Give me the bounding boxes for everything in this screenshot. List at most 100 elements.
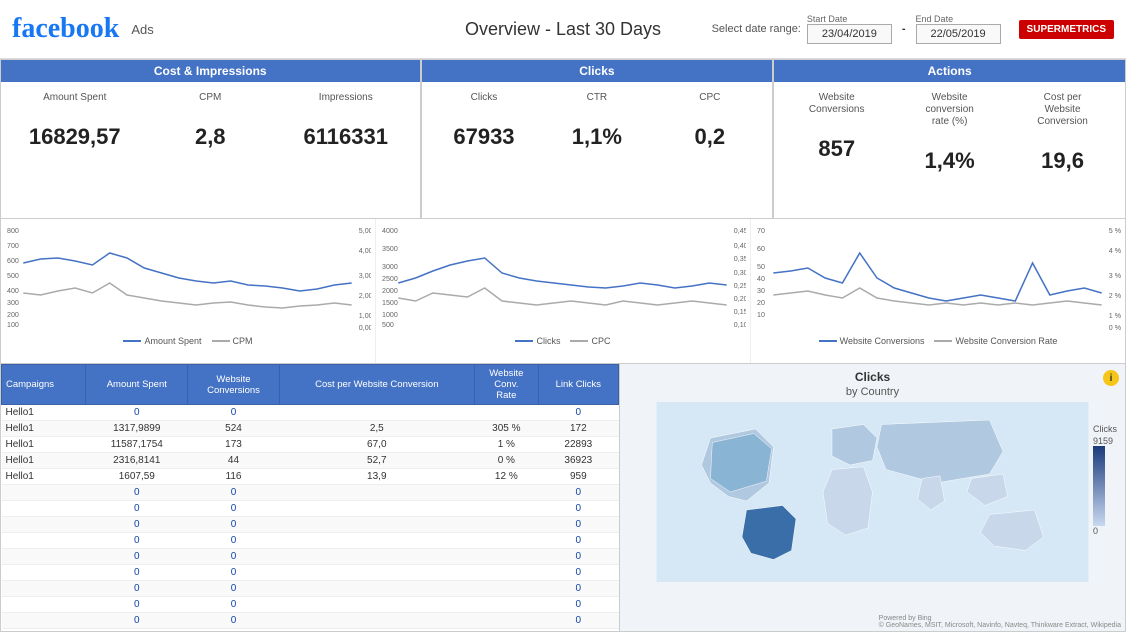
table-cell bbox=[279, 597, 474, 613]
svg-text:1 %: 1 % bbox=[1109, 313, 1121, 320]
svg-text:2,00: 2,00 bbox=[359, 293, 371, 300]
table-cell bbox=[279, 581, 474, 597]
table-cell: 12 % bbox=[474, 469, 538, 485]
chart-cost-impressions: 800 700 600 500 400 300 200 100 5,00 4,0… bbox=[1, 219, 376, 363]
table-cell bbox=[474, 597, 538, 613]
legend-cpc: CPC bbox=[570, 336, 610, 346]
date-separator: - bbox=[902, 23, 906, 35]
table-cell: 0 bbox=[188, 565, 279, 581]
table-cell: 13,9 bbox=[279, 469, 474, 485]
cost-per-conv-value: 19,6 bbox=[1006, 148, 1119, 174]
table-cell: 0 bbox=[86, 613, 188, 629]
charts-row: 800 700 600 500 400 300 200 100 5,00 4,0… bbox=[0, 219, 1126, 364]
table-row: Hello12316,81414452,70 %36923 bbox=[2, 453, 619, 469]
table-cell bbox=[474, 501, 538, 517]
legend-line-gray3 bbox=[934, 340, 952, 342]
svg-text:0,40: 0,40 bbox=[734, 243, 746, 250]
table-cell bbox=[279, 533, 474, 549]
table-row: Hello1000 bbox=[2, 405, 619, 421]
table-cell: 67,0 bbox=[279, 437, 474, 453]
svg-text:400: 400 bbox=[7, 288, 19, 295]
table-cell: 22893 bbox=[538, 437, 618, 453]
svg-text:500: 500 bbox=[7, 273, 19, 280]
svg-text:50: 50 bbox=[757, 264, 765, 271]
table-cell bbox=[2, 597, 86, 613]
header: facebook Ads Overview - Last 30 Days Sel… bbox=[0, 0, 1126, 59]
table-row: Hello11607,5911613,912 %959 bbox=[2, 469, 619, 485]
svg-text:4000: 4000 bbox=[382, 228, 398, 235]
table-cell bbox=[279, 549, 474, 565]
svg-text:0,35: 0,35 bbox=[734, 256, 746, 263]
actions-cols: Website Conversions 857 Website conversi… bbox=[780, 88, 1119, 174]
svg-text:3,00: 3,00 bbox=[359, 273, 371, 280]
legend-amount-spent-label: Amount Spent bbox=[144, 336, 201, 346]
table-cell bbox=[474, 581, 538, 597]
table-cell bbox=[474, 517, 538, 533]
actions-section: Actions Website Conversions 857 Website … bbox=[773, 59, 1126, 219]
date-section: Select date range: Start Date 23/04/2019… bbox=[712, 14, 1114, 44]
svg-text:0,30: 0,30 bbox=[734, 270, 746, 277]
table-row: 000 bbox=[2, 581, 619, 597]
table-cell: 0 bbox=[188, 485, 279, 501]
clicks-legend-label: Clicks bbox=[1093, 424, 1117, 434]
table-cell: Hello1 bbox=[2, 469, 86, 485]
table-cell: 0 bbox=[538, 597, 618, 613]
attribution-text: © GeoNames, MSIT, Microsoft, Navinfo, Na… bbox=[879, 622, 1121, 629]
table-cell: 0 bbox=[538, 517, 618, 533]
clicks-title: Clicks bbox=[422, 60, 773, 82]
start-date-input[interactable]: 23/04/2019 bbox=[807, 24, 892, 44]
map-info-icon[interactable]: i bbox=[1103, 370, 1119, 386]
page-title: Overview - Last 30 Days bbox=[465, 19, 661, 40]
table-cell: 173 bbox=[188, 437, 279, 453]
clicks-max: 9159 bbox=[1093, 436, 1117, 446]
cost-per-conv-label: Cost per Website Conversion bbox=[1006, 92, 1119, 128]
amount-spent-label: Amount Spent bbox=[7, 92, 143, 104]
table-cell: 1607,59 bbox=[86, 469, 188, 485]
table-row: Hello11317,98995242,5305 %172 bbox=[2, 421, 619, 437]
table-row: 000 bbox=[2, 549, 619, 565]
legend-clicks-label: Clicks bbox=[536, 336, 560, 346]
svg-text:20: 20 bbox=[757, 300, 765, 307]
table-cell bbox=[474, 485, 538, 501]
end-date-input[interactable]: 22/05/2019 bbox=[916, 24, 1001, 44]
table-cell: 0 bbox=[188, 501, 279, 517]
table-row: 000 bbox=[2, 501, 619, 517]
cost-per-conv-col: Cost per Website Conversion 19,6 bbox=[1006, 92, 1119, 174]
ctr-col: CTR 1,1% bbox=[540, 92, 653, 150]
chart-clicks: 4000 3500 3000 2500 2000 1500 1000 500 0… bbox=[376, 219, 751, 363]
supermetrics-logo: SUPERMETRICS bbox=[1019, 20, 1114, 39]
chart-conversions: 70 60 50 40 30 20 10 5 % 4 % 3 % 2 % 1 %… bbox=[751, 219, 1125, 363]
table-cell bbox=[279, 405, 474, 421]
map-attribution: Powered by Bing © GeoNames, MSIT, Micros… bbox=[879, 615, 1121, 629]
clicks-legend: Clicks 9159 0 bbox=[1093, 424, 1117, 536]
table-cell: 0 bbox=[86, 597, 188, 613]
col-website-conversions: WebsiteConversions bbox=[188, 365, 279, 405]
cost-impressions-title: Cost & Impressions bbox=[1, 60, 420, 82]
legend-website-conversions-label: Website Conversions bbox=[840, 336, 925, 346]
cpc-label: CPC bbox=[653, 92, 766, 104]
conv-rate-value: 1,4% bbox=[893, 148, 1006, 174]
col-cost-per-conversion: Cost per Website Conversion bbox=[279, 365, 474, 405]
svg-text:800: 800 bbox=[7, 228, 19, 235]
table-cell: 0 bbox=[188, 613, 279, 629]
website-conversions-value: 857 bbox=[780, 136, 893, 162]
svg-text:600: 600 bbox=[7, 258, 19, 265]
table-cell: 0 bbox=[538, 485, 618, 501]
map-section: Clicks by Country i bbox=[620, 364, 1126, 632]
table-cell: 524 bbox=[188, 421, 279, 437]
table-cell bbox=[279, 565, 474, 581]
map-subtitle: by Country bbox=[620, 386, 1125, 398]
table-cell bbox=[2, 613, 86, 629]
website-conversions-col: Website Conversions 857 bbox=[780, 92, 893, 174]
legend-cpm-label: CPM bbox=[233, 336, 253, 346]
legend-line-blue3 bbox=[819, 340, 837, 342]
table-cell bbox=[279, 485, 474, 501]
table-cell: 172 bbox=[538, 421, 618, 437]
table-row: 000 bbox=[2, 613, 619, 629]
table-cell: 11587,1754 bbox=[86, 437, 188, 453]
col-amount-spent: Amount Spent bbox=[86, 365, 188, 405]
cost-impressions-cols: Amount Spent 16829,57 CPM 2,8 Impression… bbox=[7, 88, 414, 150]
legend-line-gray bbox=[212, 340, 230, 342]
clicks-min: 0 bbox=[1093, 526, 1117, 536]
table-cell: 116 bbox=[188, 469, 279, 485]
